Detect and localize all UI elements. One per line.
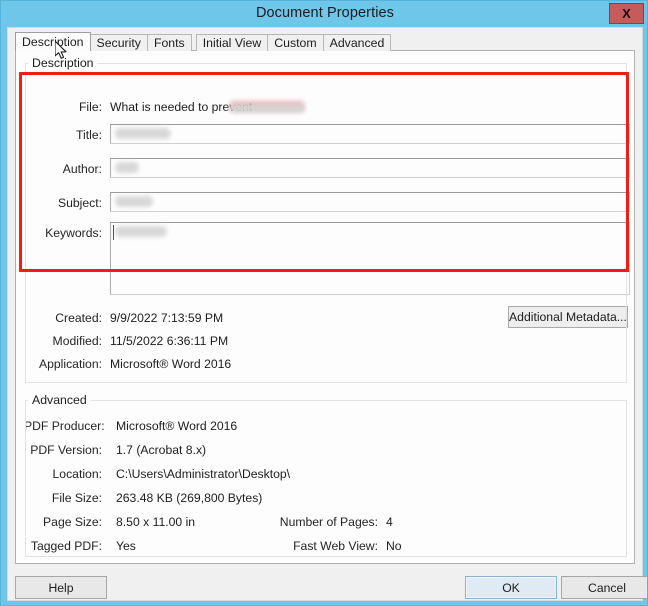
tab-security[interactable]: Security: [89, 34, 148, 51]
close-icon[interactable]: X: [609, 3, 644, 24]
tab-custom[interactable]: Custom: [267, 34, 324, 51]
description-group-frame: [25, 63, 627, 383]
help-button[interactable]: Help: [15, 576, 107, 599]
advanced-group-frame: [25, 400, 627, 557]
tab-panel-description: Description File: What is needed to prev…: [15, 50, 635, 564]
advanced-group-legend: Advanced: [28, 393, 91, 407]
description-group-legend: Description: [28, 56, 98, 70]
tab-strip: Description Security Fonts Initial View …: [15, 32, 392, 51]
tab-description[interactable]: Description: [15, 32, 91, 51]
cancel-button[interactable]: Cancel: [561, 576, 647, 599]
document-properties-window: Document Properties X Description Securi…: [0, 0, 648, 606]
dialog-body: Description Security Fonts Initial View …: [7, 27, 647, 601]
title-bar: Document Properties X: [1, 1, 647, 27]
tab-initial-view[interactable]: Initial View: [195, 34, 269, 51]
tab-fonts[interactable]: Fonts: [146, 34, 192, 51]
window-title: Document Properties: [255, 5, 395, 21]
tab-advanced[interactable]: Advanced: [322, 34, 392, 51]
ok-button[interactable]: OK: [465, 576, 557, 599]
